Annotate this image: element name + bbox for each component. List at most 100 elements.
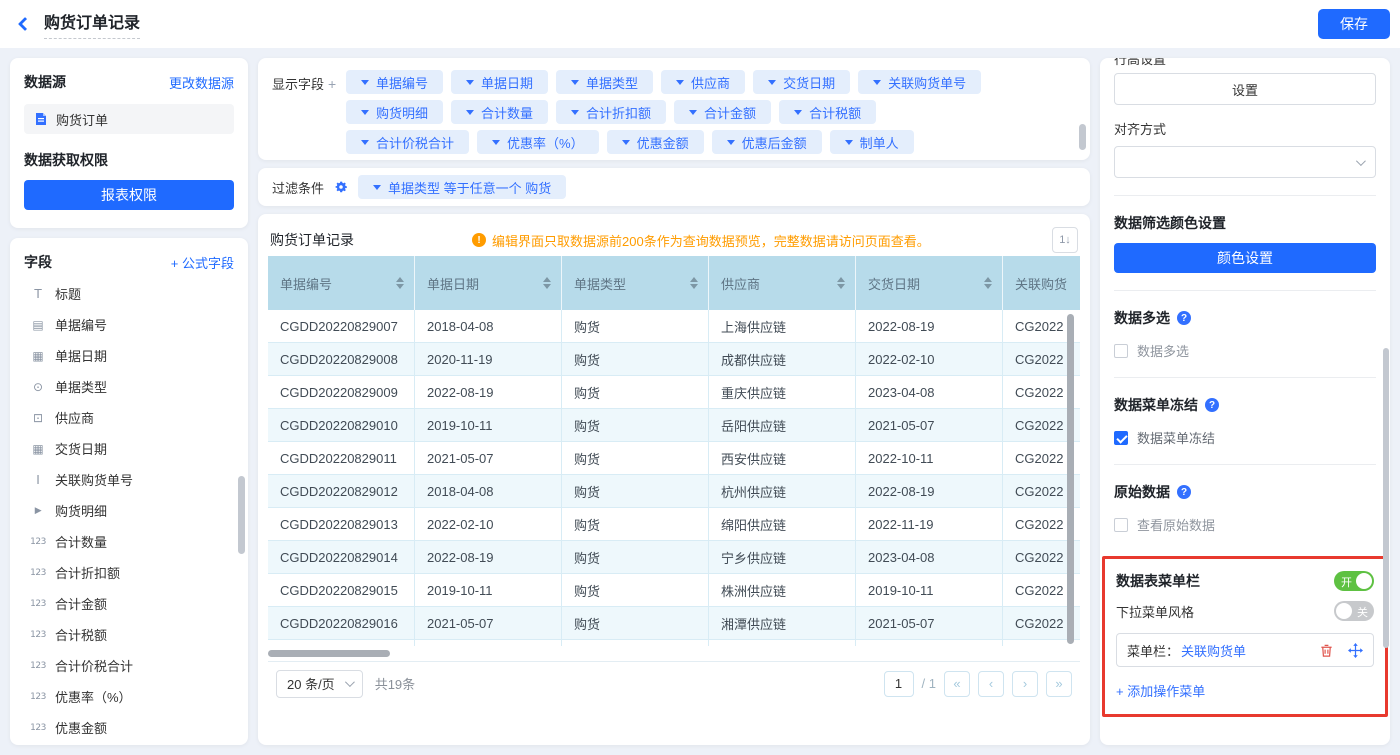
field-item[interactable]: ▶购货明细 <box>24 495 242 526</box>
field-item[interactable]: 123合计金额 <box>24 588 242 619</box>
table-header-cell[interactable]: 交货日期 <box>856 256 1003 310</box>
table-header-cell[interactable]: 供应商 <box>709 256 856 310</box>
display-field-chip[interactable]: 制单人 <box>830 130 914 154</box>
help-icon[interactable]: ? <box>1205 398 1219 412</box>
table-cell: 购货 <box>562 442 709 474</box>
display-field-chip[interactable]: 优惠后金额 <box>712 130 822 154</box>
field-item[interactable]: I关联购货单号 <box>24 464 242 495</box>
table-row[interactable]: CGDD202208290162021-05-07购货湘潭供应链2021-05-… <box>268 607 1080 640</box>
back-button[interactable] <box>20 19 30 29</box>
table-row[interactable]: CGDD202208290152019-10-11购货株洲供应链2019-10-… <box>268 574 1080 607</box>
display-fields-scrollbar[interactable] <box>1079 124 1086 150</box>
field-item[interactable]: ▤单据编号 <box>24 309 242 340</box>
prev-page-icon[interactable]: ‹ <box>978 671 1004 697</box>
change-datasource-link[interactable]: 更改数据源 <box>169 73 234 92</box>
help-icon[interactable]: ? <box>1177 311 1191 325</box>
settings-scrollbar[interactable] <box>1383 348 1389 648</box>
chevron-down-icon <box>466 110 474 115</box>
sort-icon[interactable] <box>984 277 992 289</box>
chip-row: 单据编号单据日期单据类型供应商交货日期关联购货单号 <box>346 70 981 94</box>
table-row[interactable]: CGDD202208290072018-04-08购货上海供应链2022-08-… <box>268 310 1080 343</box>
display-field-chip[interactable]: 优惠金额 <box>607 130 704 154</box>
setup-button[interactable]: 设置 <box>1114 73 1376 105</box>
table-horizontal-scrollbar[interactable] <box>268 650 390 657</box>
table-row[interactable]: CGDD202208290092022-08-19购货重庆供应链2023-04-… <box>268 376 1080 409</box>
field-item[interactable]: 123优惠金额 <box>24 712 242 743</box>
next-page-icon[interactable]: › <box>1012 671 1038 697</box>
display-field-chip[interactable]: 关联购货单号 <box>858 70 981 94</box>
display-field-chip[interactable]: 合计价税合计 <box>346 130 469 154</box>
sort-icon[interactable] <box>837 277 845 289</box>
sort-icon[interactable] <box>396 277 404 289</box>
display-field-chip[interactable]: 合计金额 <box>674 100 771 124</box>
display-field-chip[interactable]: 单据日期 <box>451 70 548 94</box>
add-formula-field-link[interactable]: + 公式字段 <box>171 253 234 272</box>
freeze-checkbox-row[interactable]: 数据菜单冻结 <box>1114 428 1376 447</box>
move-icon[interactable] <box>1348 643 1363 658</box>
display-field-chip[interactable]: 单据类型 <box>556 70 653 94</box>
field-item[interactable]: ▦单据日期 <box>24 340 242 371</box>
display-field-chip[interactable]: 购货明细 <box>346 100 443 124</box>
field-item[interactable]: ⊡供应商 <box>24 402 242 433</box>
filter-gear-icon[interactable] <box>334 180 348 194</box>
report-permission-button[interactable]: 报表权限 <box>24 180 234 210</box>
field-item-label: 标题 <box>55 284 81 303</box>
display-field-chip[interactable]: 优惠率（%） <box>477 130 599 154</box>
table-header-cell[interactable]: 单据编号 <box>268 256 415 310</box>
table-header-cell[interactable]: 关联购货 <box>1003 256 1080 310</box>
field-item[interactable]: ⊙单据类型 <box>24 371 242 402</box>
checkbox-checked-icon[interactable] <box>1114 431 1128 445</box>
color-settings-button[interactable]: 颜色设置 <box>1114 243 1376 273</box>
field-item[interactable]: T标题 <box>24 278 242 309</box>
display-field-chip[interactable]: 单据编号 <box>346 70 443 94</box>
field-item[interactable]: 123合计价税合计 <box>24 650 242 681</box>
datasource-item[interactable]: 购货订单 <box>24 104 234 134</box>
delete-icon[interactable] <box>1319 643 1334 658</box>
table-row[interactable]: CGDD202208290082020-11-19购货成都供应链2022-02-… <box>268 343 1080 376</box>
page-size-select[interactable]: 20 条/页 <box>276 670 363 698</box>
freeze-checkbox-label: 数据菜单冻结 <box>1137 428 1215 447</box>
sort-icon[interactable] <box>543 277 551 289</box>
help-icon[interactable]: ? <box>1177 485 1191 499</box>
checkbox-unchecked-icon[interactable] <box>1114 518 1128 532</box>
add-display-field-button[interactable]: + <box>328 76 336 92</box>
field-item[interactable]: 123合计税额 <box>24 619 242 650</box>
last-page-icon[interactable]: » <box>1046 671 1072 697</box>
table-header-cell[interactable]: 单据日期 <box>415 256 562 310</box>
page-number-input[interactable] <box>884 671 914 697</box>
field-item-label: 优惠率（%） <box>55 687 132 706</box>
raw-data-checkbox-row[interactable]: 查看原始数据 <box>1114 515 1376 534</box>
filter-condition-chip[interactable]: 单据类型 等于任意一个 购货 <box>358 175 566 199</box>
table-vertical-scrollbar[interactable] <box>1067 314 1074 644</box>
fields-scrollbar[interactable] <box>238 476 245 554</box>
table-row[interactable]: CGDD202208290112021-05-07购货西安供应链2022-10-… <box>268 442 1080 475</box>
save-button[interactable]: 保存 <box>1318 9 1390 39</box>
sort-icon[interactable] <box>690 277 698 289</box>
menu-bar-toggle-on[interactable]: 开 <box>1334 571 1374 591</box>
table-row[interactable]: CGDD202208290102019-10-11购货岳阳供应链2021-05-… <box>268 409 1080 442</box>
page-count: / 1 <box>922 676 936 691</box>
dropdown-style-toggle-off[interactable]: 关 <box>1334 601 1374 621</box>
sort-order-icon[interactable]: 1↓ <box>1052 227 1078 253</box>
field-item[interactable]: 123优惠率（%） <box>24 681 242 712</box>
table-row[interactable]: CGDD202208290132022-02-10购货绵阳供应链2022-11-… <box>268 508 1080 541</box>
align-select[interactable] <box>1114 146 1376 178</box>
display-field-chip[interactable]: 合计折扣额 <box>556 100 666 124</box>
menu-bar-item-value[interactable]: 关联购货单 <box>1181 641 1246 660</box>
display-field-chip[interactable]: 合计税额 <box>779 100 876 124</box>
display-field-chip[interactable]: 交货日期 <box>753 70 850 94</box>
chevron-down-icon <box>676 80 684 85</box>
field-item-label: 交货日期 <box>55 439 107 458</box>
display-field-chip[interactable]: 合计数量 <box>451 100 548 124</box>
field-item[interactable]: ▦交货日期 <box>24 433 242 464</box>
add-action-menu-link[interactable]: + 添加操作菜单 <box>1116 681 1374 700</box>
table-row[interactable]: CGDD202208290122018-04-08购货杭州供应链2022-08-… <box>268 475 1080 508</box>
table-header-cell[interactable]: 单据类型 <box>562 256 709 310</box>
checkbox-unchecked-icon[interactable] <box>1114 344 1128 358</box>
field-item[interactable]: 123合计折扣额 <box>24 557 242 588</box>
table-row[interactable]: CGDD202208290142022-08-19购货宁乡供应链2023-04-… <box>268 541 1080 574</box>
field-item[interactable]: 123合计数量 <box>24 526 242 557</box>
display-field-chip[interactable]: 供应商 <box>661 70 745 94</box>
multi-select-checkbox-row[interactable]: 数据多选 <box>1114 341 1376 360</box>
first-page-icon[interactable]: « <box>944 671 970 697</box>
